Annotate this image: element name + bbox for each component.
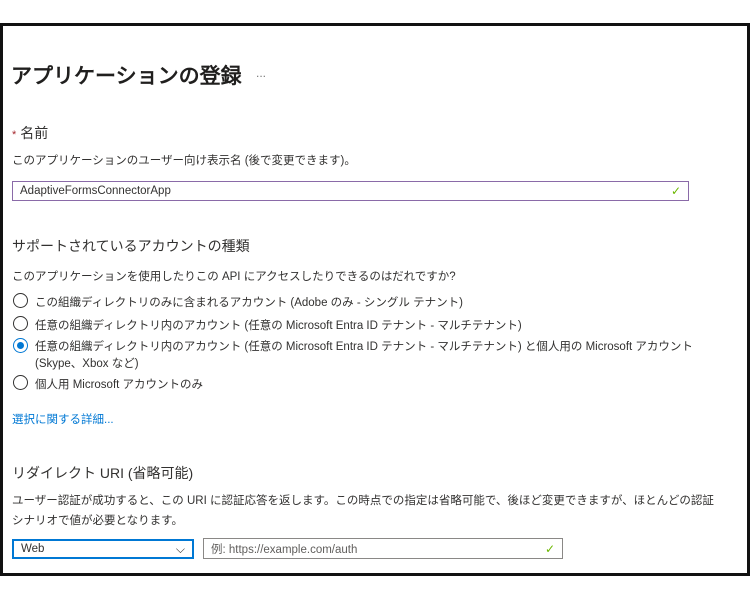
radio-label: 個人用 Microsoft アカウントのみ bbox=[35, 379, 204, 391]
valid-check-icon: ✓ bbox=[670, 184, 681, 198]
valid-check-icon: ✓ bbox=[544, 541, 555, 556]
radio-single-tenant[interactable]: この組織ディレクトリのみに含まれるアカウント (Adobe のみ - シングル … bbox=[13, 293, 463, 310]
account-types-question: このアプリケーションを使用したりこの API にアクセスしたりできるのはだれです… bbox=[12, 271, 456, 283]
radio-personal-only[interactable]: 個人用 Microsoft アカウントのみ bbox=[13, 375, 204, 392]
redirect-uri-input[interactable]: 例: https://example.com/auth ✓ bbox=[203, 538, 563, 559]
radio-label: 任意の組織ディレクトリ内のアカウント (任意の Microsoft Entra … bbox=[35, 341, 693, 353]
redirect-description-line1: ユーザー認証が成功すると、この URI に認証応答を返します。この時点での指定は… bbox=[12, 495, 714, 507]
radio-selected-icon bbox=[13, 338, 28, 353]
radio-circle-icon bbox=[13, 293, 28, 308]
radio-label: 任意の組織ディレクトリ内のアカウント (任意の Microsoft Entra … bbox=[35, 320, 522, 332]
help-link[interactable]: 選択に関する詳細... bbox=[12, 411, 114, 427]
page-title: アプリケーションの登録 bbox=[11, 65, 242, 88]
radio-multitenant-personal[interactable]: 任意の組織ディレクトリ内のアカウント (任意の Microsoft Entra … bbox=[13, 338, 693, 373]
radio-multitenant[interactable]: 任意の組織ディレクトリ内のアカウント (任意の Microsoft Entra … bbox=[13, 316, 522, 333]
platform-value: Web bbox=[21, 543, 45, 555]
radio-circle-icon bbox=[13, 316, 28, 331]
platform-select[interactable]: Web ⌵ bbox=[12, 539, 194, 559]
account-types-heading: サポートされているアカウントの種類 bbox=[12, 238, 250, 254]
redirect-uri-placeholder: 例: https://example.com/auth bbox=[211, 543, 358, 556]
chevron-down-icon: ⌵ bbox=[175, 541, 185, 556]
name-label: * 名前 bbox=[12, 123, 48, 143]
redirect-uri-heading: リダイレクト URI (省略可能) bbox=[12, 465, 194, 481]
name-description: このアプリケーションのユーザー向け表示名 (後で変更できます)。 bbox=[12, 155, 356, 167]
name-label-text: 名前 bbox=[20, 125, 49, 141]
more-options-button[interactable]: ... bbox=[256, 66, 266, 80]
redirect-description-line2: シナリオで値が必要となります。 bbox=[12, 515, 184, 527]
radio-circle-icon bbox=[13, 375, 28, 390]
display-name-input[interactable]: AdaptiveFormsConnectorApp ✓ bbox=[12, 181, 689, 201]
required-marker: * bbox=[12, 129, 17, 141]
radio-label: この組織ディレクトリのみに含まれるアカウント (Adobe のみ - シングル … bbox=[35, 297, 463, 309]
radio-label-line2: (Skype、Xbox など) bbox=[35, 358, 139, 370]
display-name-value: AdaptiveFormsConnectorApp bbox=[20, 185, 171, 197]
